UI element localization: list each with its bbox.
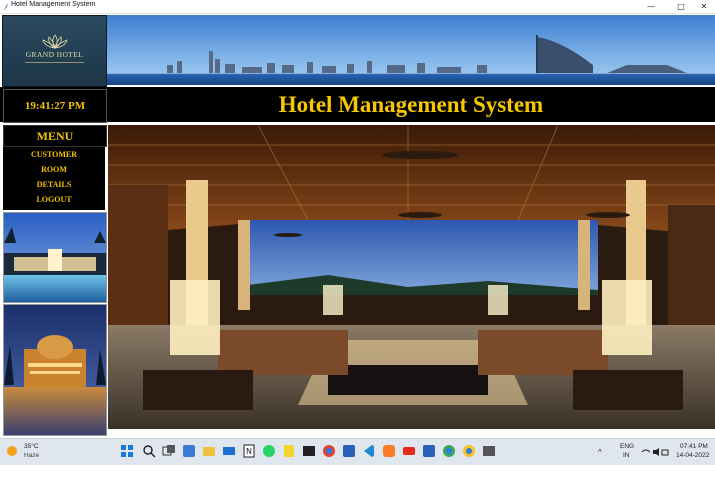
taskbar-date[interactable]: 14-04-2022	[676, 452, 709, 478]
app-feather-icon	[4, 3, 8, 10]
windows-start-icon[interactable]	[120, 444, 134, 458]
mail-icon[interactable]	[222, 444, 236, 458]
sticky-notes-icon[interactable]	[282, 444, 296, 458]
logo-divider	[25, 62, 84, 63]
windows-taskbar: 35°C Haze N ^ ENG IN 07:41 PM 14-04-2022	[0, 438, 715, 465]
word-icon[interactable]	[342, 444, 356, 458]
app-title: Hotel Management System	[278, 92, 544, 117]
window-title: Hotel Management System	[11, 1, 96, 8]
terminal-icon[interactable]	[302, 444, 316, 458]
wifi-speaker-battery-icons[interactable]	[641, 447, 669, 457]
menu-item-details[interactable]: DETAILS	[3, 177, 105, 192]
chrome-icon[interactable]	[442, 444, 456, 458]
hotel-logo: GRAND HOTEL	[2, 15, 107, 87]
side-menu: CUSTOMER ROOM DETAILS LOGOUT	[3, 147, 105, 210]
window-titlebar: Hotel Management System — □ ✕	[0, 0, 715, 14]
menu-heading: MENU	[3, 125, 107, 147]
minimize-button[interactable]: —	[640, 0, 662, 13]
app-window: GRAND HOTEL 19:41:27 PM Hotel Management…	[0, 14, 715, 438]
weather-sun-icon[interactable]	[4, 443, 20, 459]
youtube-icon[interactable]	[402, 444, 416, 458]
maximize-button[interactable]: □	[670, 0, 692, 13]
whatsapp-icon[interactable]	[262, 444, 276, 458]
hotel-logo-name: GRAND HOTEL	[25, 50, 84, 59]
skyline-banner-image	[107, 15, 715, 85]
notion-icon[interactable]: N	[242, 444, 256, 458]
word-icon[interactable]	[422, 444, 436, 458]
menu-item-room[interactable]: ROOM	[3, 162, 105, 177]
menu-item-customer[interactable]: CUSTOMER	[3, 147, 105, 162]
search-icon[interactable]	[142, 444, 156, 458]
hotel-palace-image	[3, 304, 107, 436]
lotus-icon	[42, 34, 68, 49]
vscode-icon[interactable]	[362, 444, 376, 458]
hotel-pool-image	[3, 212, 107, 303]
weather-temperature[interactable]: 35°C	[24, 443, 39, 450]
app-window-icon[interactable]	[482, 444, 496, 458]
hotel-lobby-image	[108, 125, 715, 429]
tray-chevron-icon[interactable]: ^	[598, 448, 602, 474]
chrome-icon[interactable]	[462, 444, 476, 458]
svg-text:N: N	[246, 447, 252, 456]
clock-display: 19:41:27 PM	[3, 89, 107, 123]
widgets-icon[interactable]	[182, 444, 196, 458]
close-button[interactable]: ✕	[693, 0, 715, 13]
region-indicator[interactable]: IN	[623, 452, 630, 478]
task-view-icon[interactable]	[162, 444, 176, 458]
file-explorer-icon[interactable]	[202, 444, 216, 458]
xampp-icon[interactable]	[382, 444, 396, 458]
menu-item-logout[interactable]: LOGOUT	[3, 192, 105, 207]
weather-condition[interactable]: Haze	[24, 452, 39, 459]
chrome-icon[interactable]	[322, 444, 336, 458]
